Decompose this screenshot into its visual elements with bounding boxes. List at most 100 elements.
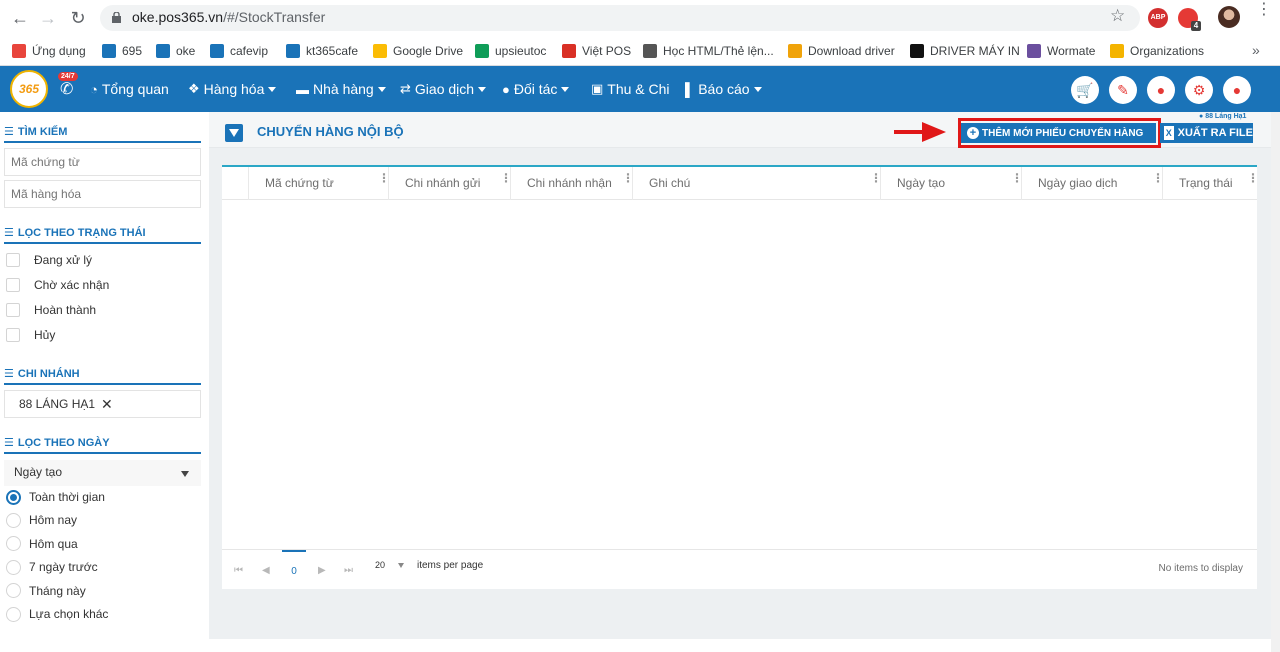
column-menu-icon[interactable]: ⋮ (622, 172, 634, 184)
more-bookmarks-icon[interactable]: » (1252, 42, 1260, 58)
column-menu-icon[interactable]: ⋮ (500, 172, 512, 184)
status-label: Đang xử lý (34, 253, 93, 267)
column-menu-icon[interactable]: ⋮ (1247, 172, 1259, 184)
bookmark-favicon-icon (286, 44, 300, 58)
status-filter-option[interactable]: Hủy (6, 326, 55, 344)
column-header[interactable]: Chi nhánh gửi ⋮ (388, 167, 512, 200)
date-radio[interactable] (6, 583, 21, 599)
bookmark-item[interactable]: 695 (102, 42, 142, 60)
column-menu-icon[interactable]: ⋮ (1152, 172, 1164, 184)
cart-icon[interactable]: 🛒 (1071, 76, 1099, 104)
nav-menu-item[interactable]: ▌ Báo cáo (685, 81, 762, 97)
date-field-select[interactable]: Ngày tạo (4, 460, 201, 486)
status-filter-option[interactable]: Hoàn thành (6, 301, 96, 319)
nav-menu-item[interactable]: ❖ Hàng hóa (188, 81, 277, 97)
date-filter-option[interactable]: Hôm nay (6, 511, 77, 529)
column-header[interactable]: Ghi chú ⋮ (632, 167, 882, 200)
column-header[interactable]: Mã chứng từ ⋮ (248, 167, 390, 200)
export-file-button[interactable]: X XUẤT RA FILE (1160, 123, 1253, 143)
prev-page-icon[interactable]: ◀ (262, 565, 270, 576)
bookmark-item[interactable]: Organizations (1110, 42, 1204, 60)
current-page[interactable]: 0 (282, 550, 306, 577)
nav-menu-item[interactable]: ● Đối tác (502, 81, 570, 97)
bookmark-item[interactable]: upsieutoc (475, 42, 546, 60)
column-header[interactable]: Ngày giao dịch ⋮ (1021, 167, 1164, 200)
forward-icon[interactable]: → (38, 8, 58, 28)
edit-icon[interactable]: ✎ (1109, 76, 1137, 104)
date-filter-option[interactable]: Hôm qua (6, 535, 78, 553)
date-radio[interactable] (6, 536, 21, 552)
bookmark-item[interactable]: oke (156, 42, 195, 60)
user-icon[interactable]: ● (1223, 76, 1251, 104)
back-icon[interactable]: ← (10, 8, 30, 28)
bookmark-item[interactable]: DRIVER MÁY IN (910, 42, 1020, 60)
nav-menu-item[interactable]: ▣ Thu & Chi (591, 81, 670, 97)
column-header[interactable]: Trạng thái ⋮ (1162, 167, 1259, 200)
voucher-code-input[interactable] (4, 148, 201, 176)
current-branch-tag: ● 88 Láng Hạ1 (1199, 113, 1247, 120)
first-page-icon[interactable]: ⏮ (234, 565, 243, 576)
column-header-label: Ngày giao dịch (1038, 176, 1118, 190)
date-filter-option[interactable]: 7 ngày trước (6, 558, 98, 576)
bookmark-item[interactable]: Wormate (1027, 42, 1095, 60)
date-option-label: Hôm nay (29, 513, 78, 528)
date-radio[interactable] (6, 606, 21, 622)
nav-menu-item[interactable]: ◔ Tổng quan (90, 81, 169, 97)
status-checkbox[interactable] (6, 328, 20, 342)
adblock-extension-icon[interactable]: ABP (1148, 8, 1168, 28)
grid-header: Mã chứng từ ⋮ Chi nhánh gửi ⋮ Chi nhánh nhận… (222, 167, 1259, 200)
page-size-select[interactable]: 20 (375, 560, 385, 570)
page-size-dropdown-icon[interactable] (398, 563, 404, 568)
bookmark-item[interactable]: Việt POS (562, 42, 631, 60)
cubes-icon: ❖ (188, 81, 200, 96)
last-page-icon[interactable]: ⏭ (344, 565, 353, 576)
date-radio[interactable] (6, 512, 21, 528)
annotation-highlight-box (958, 118, 1161, 148)
address-bar[interactable]: oke.pos365.vn/#/StockTransfer (100, 5, 1140, 31)
page-scrollbar[interactable] (1271, 112, 1280, 652)
nav-menu-item[interactable]: ▬ Nhà hàng (296, 81, 386, 97)
date-radio[interactable] (6, 489, 21, 505)
extension-icon[interactable]: 4 (1178, 8, 1201, 31)
bookmark-label: Ứng dụng (32, 44, 86, 58)
url-path: /#/StockTransfer (223, 9, 326, 25)
phone-icon[interactable]: ✆ (60, 79, 73, 99)
status-checkbox[interactable] (6, 253, 20, 267)
column-menu-icon[interactable]: ⋮ (870, 172, 882, 184)
bookmarks-bar: Ứng dụng 695 oke cafevip kt365cafe Google Dri… (0, 36, 1280, 66)
bookmark-star-icon[interactable]: ☆ (1110, 6, 1125, 26)
product-code-input[interactable] (4, 180, 201, 208)
date-radio[interactable] (6, 559, 21, 575)
status-label: Hủy (34, 328, 56, 342)
column-menu-icon[interactable]: ⋮ (378, 172, 390, 184)
status-checkbox[interactable] (6, 303, 20, 317)
bookmark-item[interactable]: kt365cafe (286, 42, 358, 60)
column-header[interactable]: Ngày tạo ⋮ (880, 167, 1023, 200)
reload-icon[interactable]: ↻ (68, 8, 88, 28)
next-page-icon[interactable]: ▶ (318, 565, 326, 576)
status-label: Hoàn thành (34, 303, 97, 317)
caret-down-icon (377, 86, 386, 92)
bookmark-item[interactable]: Học HTML/Thẻ lện... (643, 42, 774, 60)
status-filter-option[interactable]: Đang xử lý (6, 251, 92, 269)
branch-selector[interactable]: 88 LÁNG HẠ1 ✕ (4, 390, 201, 418)
bookmark-item[interactable]: Download driver (788, 42, 895, 60)
filter-toggle-icon[interactable] (225, 124, 243, 142)
date-filter-option[interactable]: Toàn thời gian (6, 488, 105, 506)
bookmark-item[interactable]: Google Drive (373, 42, 463, 60)
status-filter-option[interactable]: Chờ xác nhận (6, 276, 109, 294)
bookmark-item[interactable]: Ứng dụng (12, 42, 86, 60)
column-header[interactable]: Chi nhánh nhận ⋮ (510, 167, 634, 200)
profile-avatar[interactable] (1218, 6, 1240, 28)
gear-icon[interactable]: ⚙ (1185, 76, 1213, 104)
column-menu-icon[interactable]: ⋮ (1011, 172, 1023, 184)
remove-branch-icon[interactable]: ✕ (101, 396, 113, 413)
date-filter-option[interactable]: Lựa chọn khác (6, 605, 108, 623)
browser-menu-icon[interactable]: ⋮ (1256, 2, 1272, 18)
location-icon[interactable]: ● (1147, 76, 1175, 104)
bookmark-item[interactable]: cafevip (210, 42, 268, 60)
pos365-logo[interactable]: 365 (10, 70, 48, 108)
nav-menu-item[interactable]: ⇄ Giao dịch (400, 81, 487, 97)
date-filter-option[interactable]: Tháng này (6, 582, 86, 600)
status-checkbox[interactable] (6, 278, 20, 292)
